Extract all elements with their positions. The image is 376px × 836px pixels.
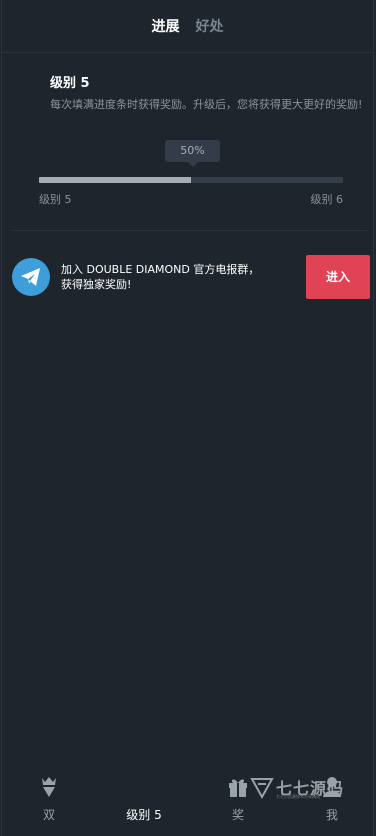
app-frame: 进展 好处 级别 5 每次填满进度条时获得奖励。升级后，您将获得更大更好的奖励!… — [1, 0, 374, 836]
progress-bar-fill — [39, 177, 191, 183]
level-title: 级别 5 — [50, 76, 90, 91]
nav-item-label: 奖 — [231, 808, 244, 822]
telegram-promo-line2: 获得独家奖励! — [61, 278, 132, 291]
nav-item-label: 我 — [325, 808, 338, 822]
next-level-label: 级别 6 — [310, 193, 344, 206]
nav-item-label: 双 — [42, 808, 55, 822]
telegram-icon — [12, 258, 50, 296]
user-icon — [322, 776, 342, 801]
nav-item-me[interactable]: 我 — [312, 770, 352, 826]
telegram-promo-line1: 加入 DOUBLE DIAMOND 官方电报群， — [61, 263, 260, 276]
bottom-nav: 双 级别 5 奖 我 — [2, 770, 373, 836]
join-telegram-button[interactable]: 进入 — [306, 255, 370, 299]
level-description: 每次填满进度条时获得奖励。升级后，您将获得更大更好的奖励! — [50, 98, 363, 111]
gift-icon — [227, 776, 249, 801]
progress-percent-tooltip: 50% — [165, 140, 220, 167]
tab-benefits[interactable]: 好处 — [196, 16, 224, 36]
tab-progress[interactable]: 进展 — [152, 16, 180, 36]
nav-item-rewards[interactable]: 奖 — [218, 770, 258, 826]
nav-item-diamond[interactable]: 双 — [29, 770, 69, 826]
section-divider — [12, 230, 367, 231]
nav-item-level[interactable]: 级别 5 — [112, 770, 176, 826]
top-tabs: 进展 好处 — [2, 0, 373, 53]
current-level-label: 级别 5 — [39, 193, 72, 206]
nav-item-label: 级别 5 — [126, 808, 162, 822]
diamond-crown-icon — [39, 776, 59, 801]
progress-bar — [39, 177, 343, 183]
telegram-promo-text: 加入 DOUBLE DIAMOND 官方电报群， 获得独家奖励! — [61, 262, 301, 292]
